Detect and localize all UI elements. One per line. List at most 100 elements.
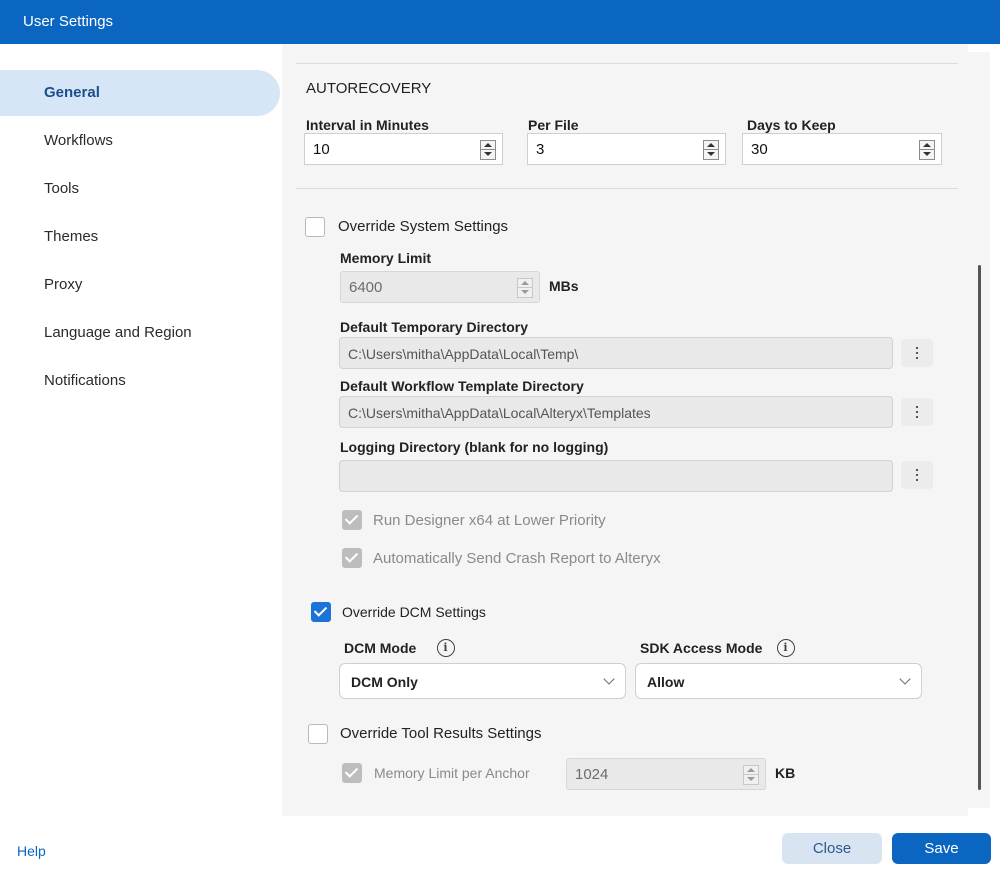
up-arrow-icon bbox=[747, 768, 755, 772]
up-arrow-icon bbox=[707, 143, 715, 147]
up-arrow-icon bbox=[521, 281, 529, 285]
temp-dir-field[interactable]: C:\Users\mitha\AppData\Local\Temp\ bbox=[339, 337, 893, 369]
memory-per-anchor-label: Memory Limit per Anchor bbox=[374, 765, 530, 781]
temp-dir-label: Default Temporary Directory bbox=[340, 319, 529, 335]
template-dir-field[interactable]: C:\Users\mitha\AppData\Local\Alteryx\Tem… bbox=[339, 396, 893, 428]
up-arrow-icon bbox=[484, 143, 492, 147]
dcm-mode-value: DCM Only bbox=[351, 674, 418, 690]
memory-limit-stepper[interactable]: 6400 bbox=[340, 271, 540, 303]
sidebar-item-label: Notifications bbox=[44, 372, 126, 389]
interval-value: 10 bbox=[313, 141, 330, 158]
info-icon[interactable]: i bbox=[777, 639, 795, 657]
decrement-button[interactable] bbox=[518, 288, 532, 297]
sidebar: General Workflows Tools Themes Proxy Lan… bbox=[0, 44, 282, 816]
override-system-label: Override System Settings bbox=[338, 218, 509, 235]
down-arrow-icon bbox=[747, 777, 755, 781]
window-title: User Settings bbox=[23, 13, 114, 30]
checkmark-icon bbox=[344, 511, 359, 525]
override-dcm-checkbox[interactable] bbox=[311, 602, 331, 622]
memory-spin-buttons bbox=[517, 278, 533, 298]
decrement-button[interactable] bbox=[704, 150, 718, 159]
increment-button[interactable] bbox=[704, 141, 718, 150]
save-button[interactable]: Save bbox=[892, 833, 991, 864]
memory-limit-label: Memory Limit bbox=[340, 250, 432, 266]
memory-per-anchor-unit: KB bbox=[775, 765, 796, 781]
crash-report-label: Automatically Send Crash Report to Alter… bbox=[373, 550, 661, 567]
memory-anchor-spin-buttons bbox=[743, 765, 759, 785]
divider bbox=[296, 188, 958, 189]
logging-dir-label: Logging Directory (blank for no logging) bbox=[340, 439, 609, 455]
sidebar-item-proxy[interactable]: Proxy bbox=[0, 262, 280, 308]
close-button[interactable]: Close bbox=[782, 833, 882, 864]
decrement-button[interactable] bbox=[744, 775, 758, 784]
override-dcm-label: Override DCM Settings bbox=[342, 604, 486, 620]
down-arrow-icon bbox=[484, 152, 492, 156]
low-priority-label: Run Designer x64 at Lower Priority bbox=[373, 512, 606, 529]
more-vertical-icon bbox=[916, 469, 918, 481]
per-file-label: Per File bbox=[528, 117, 579, 133]
sidebar-item-themes[interactable]: Themes bbox=[0, 214, 280, 260]
days-to-keep-value: 30 bbox=[751, 141, 768, 158]
up-arrow-icon bbox=[923, 143, 931, 147]
temp-dir-browse-button[interactable] bbox=[901, 339, 933, 367]
sidebar-item-language-and-region[interactable]: Language and Region bbox=[0, 310, 280, 356]
increment-button[interactable] bbox=[744, 766, 758, 775]
days-to-keep-stepper[interactable]: 30 bbox=[742, 133, 942, 165]
template-dir-label: Default Workflow Template Directory bbox=[340, 378, 584, 394]
decrement-button[interactable] bbox=[481, 150, 495, 159]
override-tool-results-checkbox[interactable] bbox=[308, 724, 328, 744]
sidebar-item-tools[interactable]: Tools bbox=[0, 166, 280, 212]
low-priority-checkbox[interactable] bbox=[342, 510, 362, 530]
memory-limit-value: 6400 bbox=[349, 279, 383, 296]
increment-button[interactable] bbox=[518, 279, 532, 288]
down-arrow-icon bbox=[521, 290, 529, 294]
sdk-access-select[interactable]: Allow bbox=[635, 663, 922, 699]
memory-per-anchor-checkbox[interactable] bbox=[342, 763, 362, 783]
increment-button[interactable] bbox=[481, 141, 495, 150]
crash-report-checkbox[interactable] bbox=[342, 548, 362, 568]
per-file-spin-buttons bbox=[703, 140, 719, 160]
increment-button[interactable] bbox=[920, 141, 934, 150]
scrollbar-thumb[interactable] bbox=[978, 265, 981, 790]
interval-label: Interval in Minutes bbox=[306, 117, 429, 133]
help-link[interactable]: Help bbox=[17, 843, 46, 859]
more-vertical-icon bbox=[916, 347, 918, 359]
sidebar-item-label: General bbox=[44, 84, 100, 101]
days-spin-buttons bbox=[919, 140, 935, 160]
info-icon[interactable]: i bbox=[437, 639, 455, 657]
per-file-stepper[interactable]: 3 bbox=[527, 133, 726, 165]
per-file-value: 3 bbox=[536, 141, 545, 158]
sidebar-item-label: Themes bbox=[44, 228, 99, 245]
sidebar-item-label: Workflows bbox=[44, 132, 113, 149]
decrement-button[interactable] bbox=[920, 150, 934, 159]
checkmark-icon bbox=[344, 764, 359, 778]
sidebar-item-general[interactable]: General bbox=[0, 70, 280, 116]
template-dir-value: C:\Users\mitha\AppData\Local\Alteryx\Tem… bbox=[348, 405, 651, 421]
dcm-mode-label: DCM Mode bbox=[344, 640, 417, 656]
sidebar-item-workflows[interactable]: Workflows bbox=[0, 118, 280, 164]
logging-dir-field[interactable] bbox=[339, 460, 893, 492]
logging-dir-browse-button[interactable] bbox=[901, 461, 933, 489]
memory-per-anchor-value: 1024 bbox=[575, 766, 609, 783]
divider bbox=[296, 63, 958, 64]
checkmark-icon bbox=[313, 603, 328, 617]
sidebar-item-label: Language and Region bbox=[44, 324, 192, 341]
days-to-keep-label: Days to Keep bbox=[747, 117, 836, 133]
chevron-down-icon bbox=[899, 673, 911, 685]
memory-per-anchor-stepper[interactable]: 1024 bbox=[566, 758, 766, 790]
title-bar: User Settings bbox=[0, 0, 1000, 44]
override-tool-results-label: Override Tool Results Settings bbox=[340, 725, 542, 742]
dcm-mode-select[interactable]: DCM Only bbox=[339, 663, 626, 699]
temp-dir-value: C:\Users\mitha\AppData\Local\Temp\ bbox=[348, 346, 579, 362]
template-dir-browse-button[interactable] bbox=[901, 398, 933, 426]
sidebar-item-label: Proxy bbox=[44, 276, 83, 293]
sidebar-item-label: Tools bbox=[44, 180, 80, 197]
down-arrow-icon bbox=[707, 152, 715, 156]
sdk-access-label: SDK Access Mode bbox=[640, 640, 763, 656]
interval-stepper[interactable]: 10 bbox=[304, 133, 503, 165]
sidebar-item-notifications[interactable]: Notifications bbox=[0, 358, 280, 404]
override-system-checkbox[interactable] bbox=[305, 217, 325, 237]
memory-unit-label: MBs bbox=[549, 278, 579, 294]
down-arrow-icon bbox=[923, 152, 931, 156]
sdk-access-value: Allow bbox=[647, 674, 685, 690]
